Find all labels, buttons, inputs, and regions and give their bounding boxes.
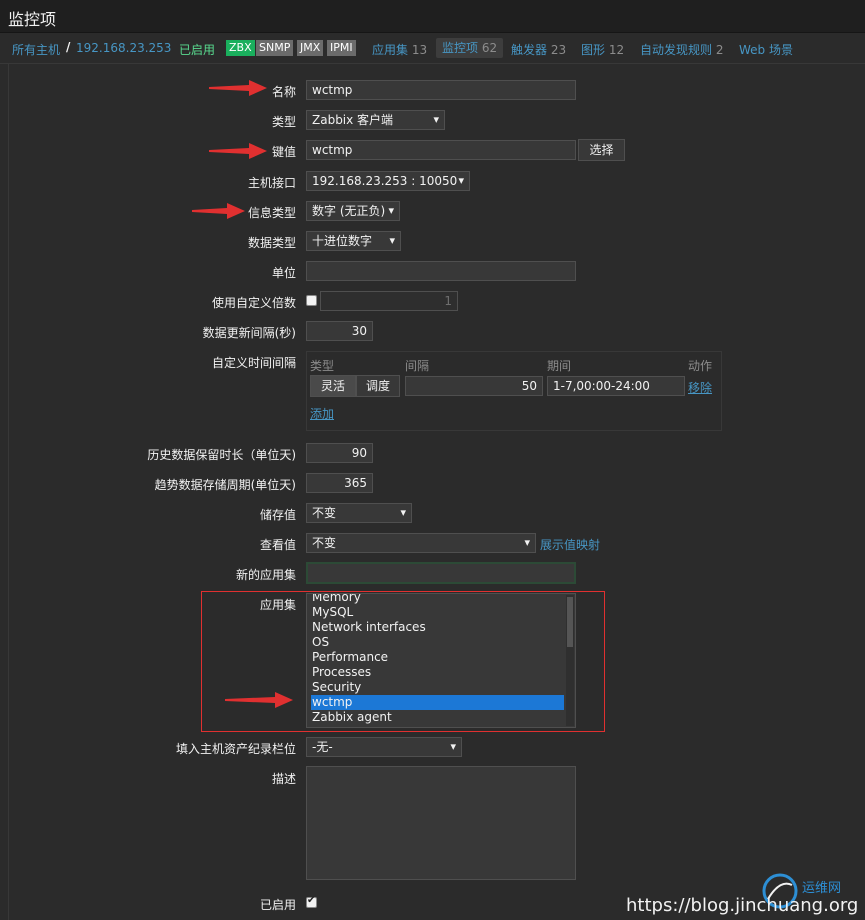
new-application-input[interactable]	[306, 562, 576, 584]
tab-triggers[interactable]: 触发器 23	[511, 41, 566, 58]
tab-discovery-rules[interactable]: 自动发现规则 2	[640, 41, 723, 58]
interval-add-link[interactable]: 添加	[310, 405, 334, 422]
application-option[interactable]: MySQL	[311, 605, 564, 620]
update-interval-label: 数据更新间隔(秒)	[202, 326, 296, 340]
key-select-button[interactable]: 选择	[578, 139, 625, 161]
custom-multiplier-checkbox[interactable]	[306, 295, 317, 306]
history-label: 历史数据保留时长（单位天)	[147, 448, 296, 462]
info-type-label: 信息类型	[247, 206, 296, 220]
inventory-select[interactable]: -无-	[306, 737, 462, 757]
show-value-label: 查看值	[259, 538, 296, 552]
application-option[interactable]: Memory	[311, 594, 564, 605]
all-hosts-link[interactable]: 所有主机	[12, 41, 60, 58]
snmp-badge: SNMP	[256, 40, 294, 56]
page-title: 监控项	[8, 10, 57, 29]
name-label: 名称	[271, 85, 296, 99]
annotation-arrow-icon	[192, 203, 245, 219]
name-input[interactable]: wctmp	[306, 80, 576, 100]
annotation-arrow-icon	[209, 143, 267, 159]
tab-items[interactable]: 监控项 62	[436, 38, 504, 58]
applications-label: 应用集	[259, 598, 296, 612]
ipmi-badge: IPMI	[327, 40, 356, 56]
col-action-header: 动作	[688, 359, 713, 373]
host-interface-label: 主机接口	[247, 176, 296, 190]
item-form: 名称 wctmp 类型 Zabbix 客户端 键值 wctmp 选择 主机接口 …	[8, 64, 865, 920]
application-option[interactable]: Security	[311, 680, 564, 695]
units-input[interactable]	[306, 261, 576, 281]
listbox-scroll-thumb[interactable]	[567, 597, 573, 647]
host-interface-select[interactable]: 192.168.23.253 : 10050	[306, 171, 470, 191]
application-option[interactable]: Zabbix agent	[311, 710, 564, 725]
custom-intervals-label: 自定义时间间隔	[211, 356, 296, 370]
interval-period-input[interactable]: 1-7,00:00-24:00	[547, 376, 685, 396]
units-label: 单位	[271, 266, 296, 280]
store-value-select[interactable]: 不变	[306, 503, 412, 523]
interval-remove-link[interactable]: 移除	[688, 379, 712, 396]
description-textarea[interactable]	[306, 766, 576, 880]
interval-type-scheduling-button[interactable]: 调度	[356, 375, 400, 397]
host-link[interactable]: 192.168.23.253	[76, 41, 171, 55]
breadcrumb-separator: /	[66, 40, 71, 54]
history-input[interactable]: 90	[306, 443, 373, 463]
col-interval-header: 间隔	[405, 359, 430, 373]
info-type-select[interactable]: 数字 (无正负)	[306, 201, 400, 221]
data-type-select[interactable]: 十进位数字	[306, 231, 401, 251]
value-mapping-link[interactable]: 展示值映射	[540, 536, 600, 553]
zbx-badge: ZBX	[226, 40, 255, 56]
tab-web-scenarios[interactable]: Web 场景	[739, 41, 793, 58]
data-type-label: 数据类型	[247, 236, 296, 250]
applications-listbox[interactable]: Memory MySQL Network interfaces OS Perfo…	[306, 593, 576, 728]
application-option[interactable]: Performance	[311, 650, 564, 665]
type-label: 类型	[271, 115, 296, 129]
tab-graphs[interactable]: 图形 12	[581, 41, 624, 58]
enabled-checkbox[interactable]	[306, 895, 317, 908]
col-period-header: 期间	[547, 359, 572, 373]
enabled-label: 已启用	[259, 898, 296, 912]
tab-applications[interactable]: 应用集 13	[372, 41, 427, 58]
watermark-url: https://blog.jinchuang.org	[626, 895, 859, 916]
type-select[interactable]: Zabbix 客户端	[306, 110, 445, 130]
application-option-selected[interactable]: wctmp	[311, 695, 564, 710]
interval-value-input[interactable]: 50	[405, 376, 543, 396]
show-value-select[interactable]: 不变	[306, 533, 536, 553]
listbox-scrollbar[interactable]	[566, 595, 574, 726]
description-label: 描述	[271, 772, 296, 786]
application-option[interactable]: Processes	[311, 665, 564, 680]
interval-type-flexible-button[interactable]: 灵活	[310, 375, 356, 397]
store-value-label: 储存值	[259, 508, 296, 522]
col-type-header: 类型	[310, 359, 335, 373]
key-input[interactable]: wctmp	[306, 140, 576, 160]
annotation-arrow-icon	[225, 692, 293, 708]
trends-input[interactable]: 365	[306, 473, 373, 493]
inventory-label: 填入主机资产纪录栏位	[175, 742, 296, 756]
annotation-arrow-icon	[209, 80, 267, 96]
custom-multiplier-label: 使用自定义倍数	[211, 296, 296, 310]
application-option[interactable]: OS	[311, 635, 564, 650]
new-application-label: 新的应用集	[235, 568, 296, 582]
trends-label: 趋势数据存储周期(单位天)	[154, 478, 296, 492]
host-navigation: 所有主机 / 192.168.23.253 已启用 ZBX SNMP JMX I…	[0, 33, 865, 64]
application-option[interactable]: Network interfaces	[311, 620, 564, 635]
page-header: 监控项	[0, 0, 865, 33]
update-interval-input[interactable]: 30	[306, 321, 373, 341]
key-label: 键值	[271, 145, 296, 159]
host-status-enabled[interactable]: 已启用	[179, 41, 215, 58]
jmx-badge: JMX	[297, 40, 324, 56]
watermark-logo-text: 运维网	[802, 881, 842, 896]
custom-multiplier-input[interactable]: 1	[320, 291, 458, 311]
